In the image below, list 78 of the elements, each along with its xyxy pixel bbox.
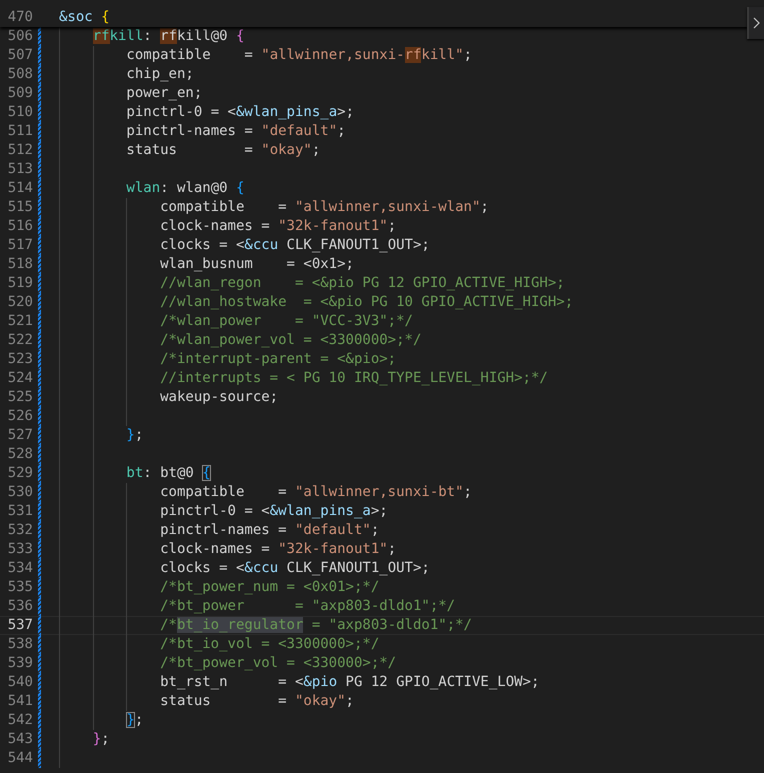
code-line: /*bt_power = "axp803-dldo1";*/ [160, 597, 456, 616]
code-line: wlan: wlan@0 { [126, 179, 244, 198]
code-line: chip_en; [126, 65, 194, 84]
line-number: 536 [6, 597, 33, 616]
code-line: compatible = "allwinner,sunxi-wlan"; [160, 198, 489, 217]
line-number: 515 [6, 198, 33, 217]
line-number: 538 [6, 635, 33, 654]
line-number: 525 [6, 388, 33, 407]
line-number: 507 [6, 46, 33, 65]
code-line: clock-names = "32k-fanout1"; [160, 217, 396, 236]
line-number: 519 [6, 274, 33, 293]
code-line: //wlan_hostwake = <&pio PG 10 GPIO_ACTIVE_HIGH>; [160, 293, 574, 312]
line-number: 539 [6, 654, 33, 673]
code-line: /*wlan_power_vol = <3300000>;*/ [160, 331, 422, 350]
line-number: 524 [6, 369, 33, 388]
line-number: 516 [6, 217, 33, 236]
code-line: }; [92, 730, 110, 749]
code-line: wakeup-source; [160, 388, 278, 407]
line-number: 537 [6, 616, 33, 635]
line-number: 542 [6, 711, 33, 730]
line-number: 534 [6, 559, 33, 578]
line-number: 520 [6, 293, 33, 312]
code-line: //interrupts = < PG 10 IRQ_TYPE_LEVEL_HIGH>;*/ [160, 369, 548, 388]
code-line: /*bt_io_vol = <3300000>;*/ [160, 635, 380, 654]
code-line: }; [126, 711, 144, 730]
line-number: 527 [6, 426, 33, 445]
code-line: /*bt_io_regulator = "axp803-dldo1";*/ [160, 616, 472, 635]
line-number: 532 [6, 521, 33, 540]
line-number: 511 [6, 122, 33, 141]
code-line: clock-names = "32k-fanout1"; [160, 540, 396, 559]
line-number: 509 [6, 84, 33, 103]
code-line: pinctrl-names = "default"; [126, 122, 346, 141]
line-number: 521 [6, 312, 33, 331]
line-number: 528 [6, 445, 33, 464]
line-number: 543 [6, 730, 33, 749]
line-number: 541 [6, 692, 33, 711]
line-number: 530 [6, 483, 33, 502]
code-line: status = "okay"; [126, 141, 320, 160]
line-number: 533 [6, 540, 33, 559]
code-line: }; [126, 426, 144, 445]
code-line: rfkill: rfkill@0 { [92, 27, 244, 46]
code-line: bt: bt@0 { [126, 464, 211, 483]
code-line: pinctrl-names = "default"; [160, 521, 380, 540]
line-number: 510 [6, 103, 33, 122]
line-number: 544 [6, 749, 33, 768]
code-line: compatible = "allwinner,sunxi-bt"; [160, 483, 472, 502]
chevron-icon [753, 17, 760, 29]
line-number: 523 [6, 350, 33, 369]
code-line: pinctrl-0 = <&wlan_pins_a>; [160, 502, 388, 521]
code-line: status = "okay"; [160, 692, 354, 711]
expand-panel-button[interactable] [747, 7, 764, 39]
code-line: /*wlan_power = "VCC-3V3";*/ [160, 312, 413, 331]
code-line: clocks = <&ccu CLK_FANOUT1_OUT>; [160, 236, 430, 255]
code-line: /*interrupt-parent = <&pio>; [160, 350, 396, 369]
line-number: 517 [6, 236, 33, 255]
line-number: 522 [6, 331, 33, 350]
code-line: compatible = "allwinner,sunxi-rfkill"; [126, 46, 472, 65]
code-line: /*bt_power_vol = <330000>;*/ [160, 654, 396, 673]
code-line: /*bt_power_num = <0x01>;*/ [160, 578, 380, 597]
line-number: 531 [6, 502, 33, 521]
line-number: 518 [6, 255, 33, 274]
line-number: 470 [6, 8, 33, 27]
line-number: 535 [6, 578, 33, 597]
line-number: 540 [6, 673, 33, 692]
line-number: 513 [6, 160, 33, 179]
code-line: clocks = <&ccu CLK_FANOUT1_OUT>; [160, 559, 430, 578]
line-number: 514 [6, 179, 33, 198]
code-line: pinctrl-0 = <&wlan_pins_a>; [126, 103, 354, 122]
line-number: 512 [6, 141, 33, 160]
code-line: //wlan_regon = <&pio PG 12 GPIO_ACTIVE_HIGH>; [160, 274, 565, 293]
code-line: &soc { [59, 8, 110, 27]
code-line: bt_rst_n = <&pio PG 12 GPIO_ACTIVE_LOW>; [160, 673, 540, 692]
code-line: wlan_busnum = <0x1>; [160, 255, 354, 274]
line-number: 529 [6, 464, 33, 483]
line-number: 526 [6, 407, 33, 426]
code-line: power_en; [126, 84, 202, 103]
line-number: 506 [6, 27, 33, 46]
line-number: 508 [6, 65, 33, 84]
